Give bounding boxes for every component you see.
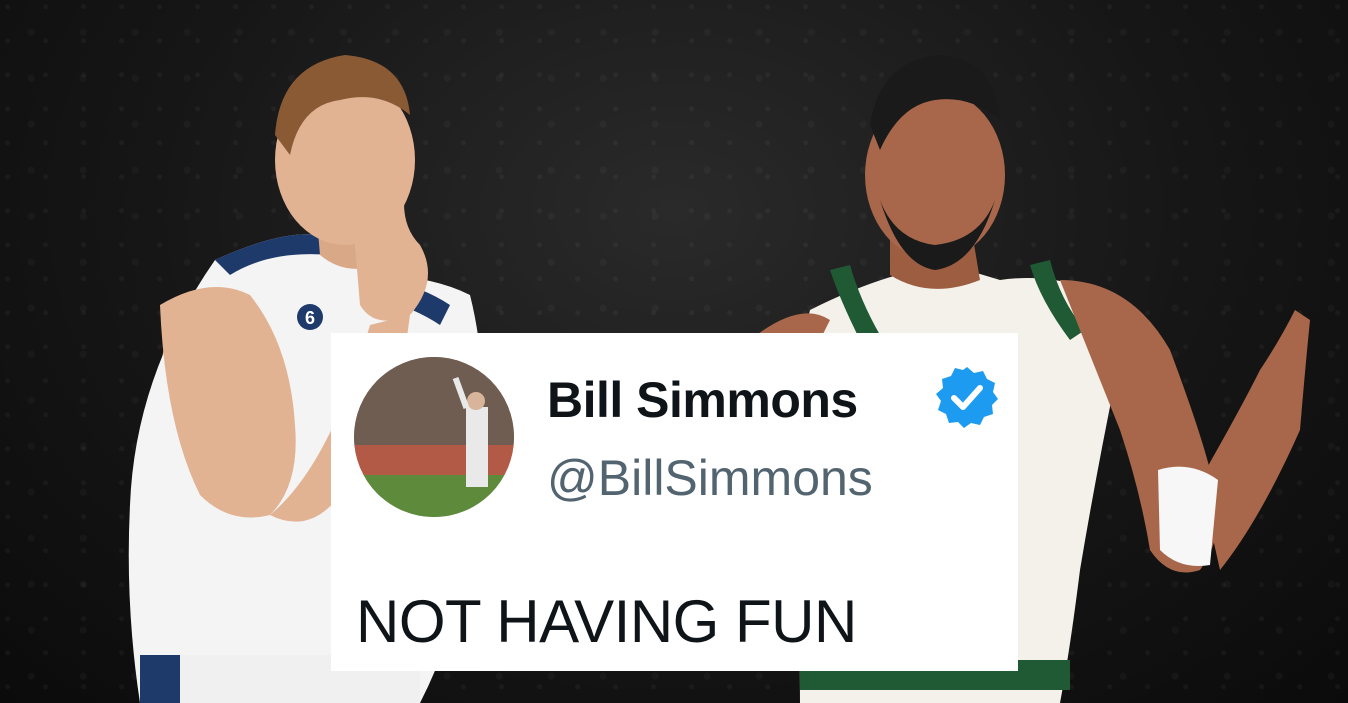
verified-badge-icon — [936, 367, 998, 428]
user-handle: @BillSimmons — [547, 450, 873, 506]
jersey-number: 6 — [305, 308, 315, 328]
avatar-baseball-photo — [354, 357, 514, 517]
profile-avatar — [354, 357, 514, 517]
tweet-text: NOT HAVING FUN — [356, 588, 857, 655]
display-name: Bill Simmons — [547, 372, 858, 428]
tweet-card: Bill Simmons @BillSimmons NOT HAVING FUN — [331, 333, 1018, 671]
